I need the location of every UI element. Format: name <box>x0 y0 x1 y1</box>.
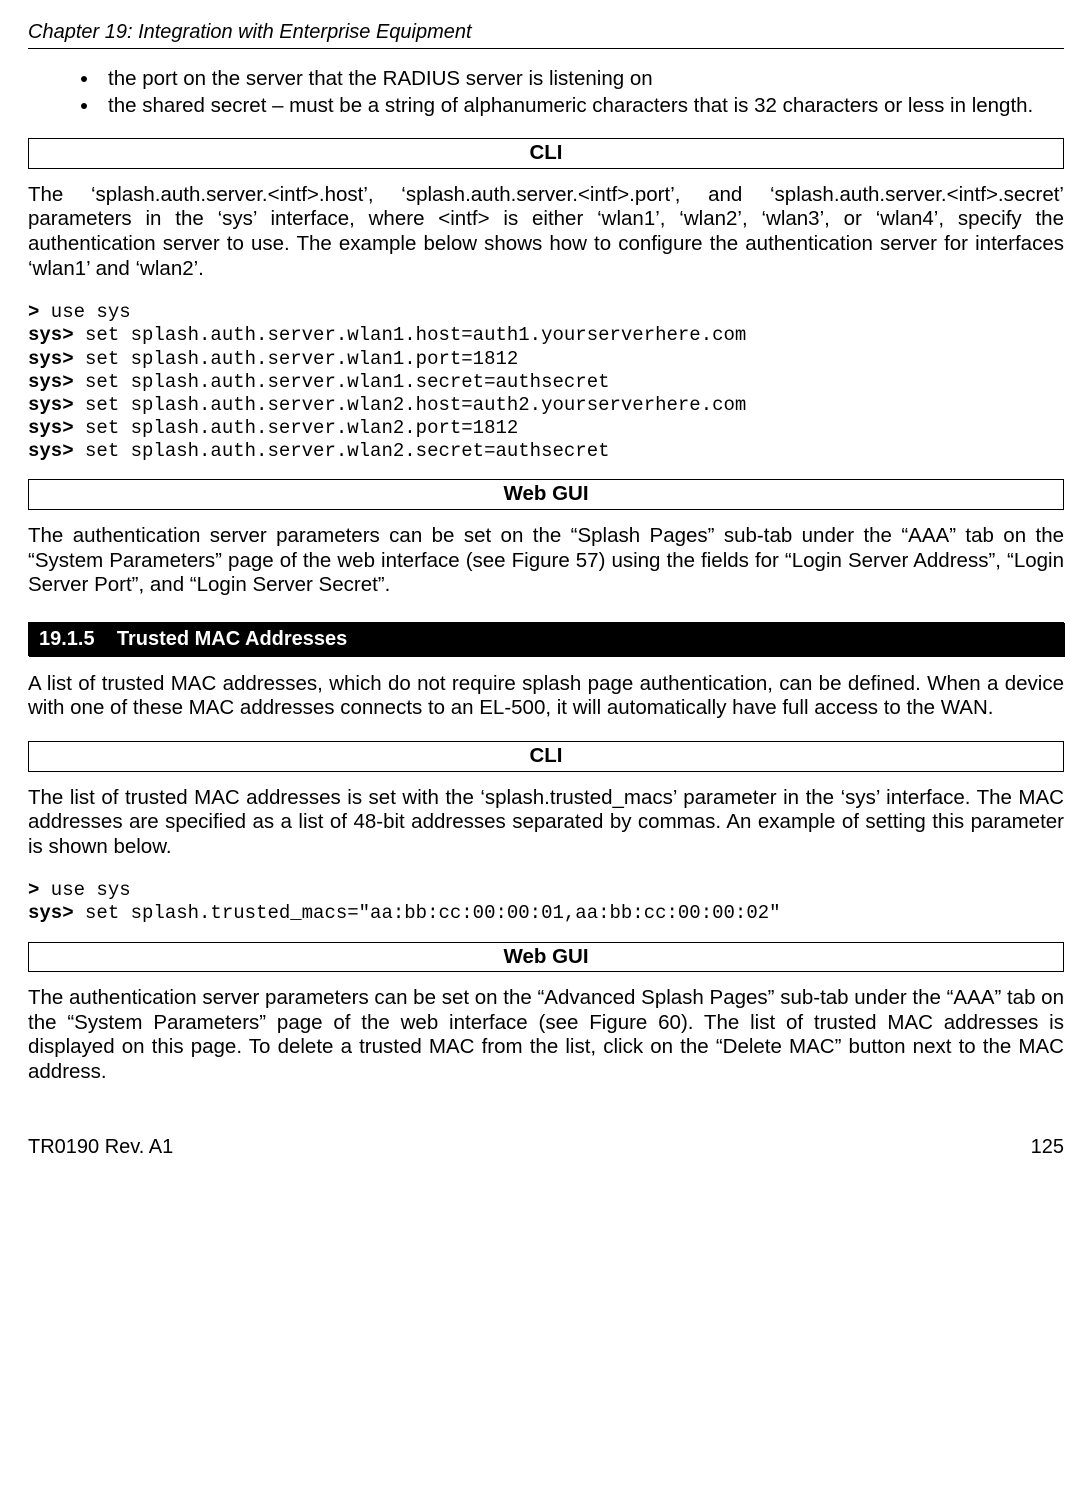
cli-prompt: sys> <box>28 324 74 346</box>
cli-code-block: > use sys sys> set splash.auth.server.wl… <box>28 301 1064 463</box>
cli-heading-box: CLI <box>28 741 1064 772</box>
bullet-list: the port on the server that the RADIUS s… <box>28 67 1064 118</box>
webgui-heading-box: Web GUI <box>28 942 1064 973</box>
cli-prompt: > <box>28 879 39 901</box>
section-title: Trusted MAC Addresses <box>117 628 347 650</box>
cli-prompt: sys> <box>28 394 74 416</box>
cli-command: set splash.auth.server.wlan2.secret=auth… <box>74 440 610 462</box>
cli-prompt: sys> <box>28 902 74 924</box>
body-paragraph: The authentication server parameters can… <box>28 986 1064 1084</box>
cli-prompt: sys> <box>28 440 74 462</box>
body-paragraph: A list of trusted MAC addresses, which d… <box>28 672 1064 721</box>
section-number: 19.1.5 <box>39 628 95 650</box>
cli-prompt: sys> <box>28 348 74 370</box>
header-rule <box>28 48 1064 49</box>
list-item: the shared secret – must be a string of … <box>100 94 1064 119</box>
cli-prompt: sys> <box>28 371 74 393</box>
webgui-heading-box: Web GUI <box>28 479 1064 510</box>
cli-command: use sys <box>39 879 130 901</box>
cli-prompt: > <box>28 301 39 323</box>
body-paragraph: The ‘splash.auth.server.<intf>.host’, ‘s… <box>28 183 1064 281</box>
body-paragraph: The list of trusted MAC addresses is set… <box>28 786 1064 860</box>
list-item: the port on the server that the RADIUS s… <box>100 67 1064 92</box>
page-header: Chapter 19: Integration with Enterprise … <box>28 20 1064 44</box>
page-footer: TR0190 Rev. A1 125 <box>28 1135 1064 1159</box>
cli-command: set splash.auth.server.wlan2.host=auth2.… <box>74 394 747 416</box>
body-paragraph: The authentication server parameters can… <box>28 524 1064 598</box>
cli-prompt: sys> <box>28 417 74 439</box>
cli-command: set splash.auth.server.wlan1.port=1812 <box>74 348 519 370</box>
cli-code-block: > use sys sys> set splash.trusted_macs="… <box>28 879 1064 925</box>
page-number: 125 <box>1031 1135 1064 1159</box>
cli-command: set splash.auth.server.wlan1.host=auth1.… <box>74 324 747 346</box>
cli-command: set splash.auth.server.wlan1.secret=auth… <box>74 371 610 393</box>
chapter-title: Chapter 19: Integration with Enterprise … <box>28 20 472 44</box>
cli-command: set splash.auth.server.wlan2.port=1812 <box>74 417 519 439</box>
cli-command: set splash.trusted_macs="aa:bb:cc:00:00:… <box>74 902 781 924</box>
section-heading: 19.1.5 Trusted MAC Addresses <box>28 622 1064 656</box>
footer-left: TR0190 Rev. A1 <box>28 1135 173 1159</box>
cli-heading-box: CLI <box>28 138 1064 169</box>
cli-command: use sys <box>39 301 130 323</box>
